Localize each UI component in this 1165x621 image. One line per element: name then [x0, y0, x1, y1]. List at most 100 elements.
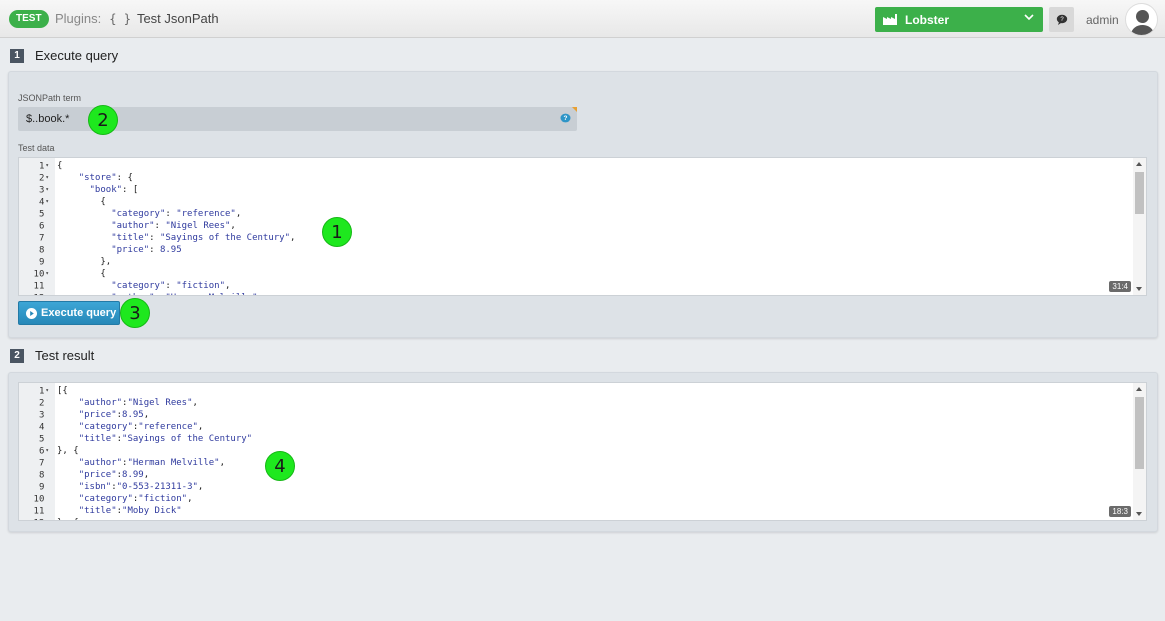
line-number: 9▾: [38, 257, 45, 268]
line-number: 6▾: [38, 446, 49, 457]
code-line: "category":"fiction",: [78, 494, 193, 504]
code-line: "title":"Sayings of the Century": [78, 434, 253, 444]
code-line: "price":8.95,: [78, 410, 150, 420]
line-number: 8▾: [38, 470, 45, 481]
line-number: 7▾: [38, 233, 45, 244]
scroll-up-icon[interactable]: [1136, 387, 1142, 391]
tenant-select[interactable]: Lobster: [875, 7, 1043, 32]
fold-toggle-icon[interactable]: ▾: [45, 198, 49, 205]
code-line: }, {: [57, 446, 79, 456]
scroll-thumb[interactable]: [1135, 172, 1144, 214]
code-line: "category": "reference",: [111, 209, 242, 219]
chat-button[interactable]: ?: [1049, 7, 1074, 32]
avatar[interactable]: [1125, 3, 1158, 36]
line-number: 4▾: [38, 197, 49, 208]
jsonpath-label: JSONPath term: [18, 93, 82, 103]
line-number: 5▾: [38, 434, 45, 445]
annotation-marker-3: 3: [120, 298, 150, 328]
cursor-position-badge: 31:4: [1109, 281, 1131, 292]
code-line: {: [57, 161, 63, 171]
scroll-up-icon[interactable]: [1136, 162, 1142, 166]
fold-toggle-icon[interactable]: ▾: [45, 162, 49, 169]
username[interactable]: admin: [1086, 13, 1119, 27]
tenant-name: Lobster: [905, 12, 950, 27]
code-line: "price":8.99,: [78, 470, 150, 480]
section-test-result-header: 2 Test result: [10, 348, 94, 363]
code-line: "author":"Herman Melville",: [78, 458, 226, 468]
test-data-label: Test data: [18, 143, 55, 153]
environment-badge: TEST: [9, 10, 49, 28]
annotation-marker-4: 4: [265, 451, 295, 481]
code-line: "author": "Nigel Rees",: [111, 221, 236, 231]
line-gutter: 1▾2▾3▾4▾5▾6▾7▾8▾9▾10▾11▾12▾: [19, 158, 55, 295]
line-number: 11▾: [33, 506, 45, 517]
top-bar: TEST Plugins: { } Test JsonPath Lobster …: [0, 0, 1165, 38]
chat-icon: ?: [1056, 14, 1067, 25]
line-number: 12▾: [19, 292, 55, 296]
code-line: "author": "Herman Melville",: [57, 292, 263, 295]
help-chat-icon[interactable]: ?: [560, 113, 571, 124]
fold-toggle-icon[interactable]: ▾: [45, 174, 49, 181]
code-line: {: [57, 269, 106, 279]
line-number: 3▾: [38, 185, 49, 196]
jsonpath-value: $..book.*: [26, 113, 70, 125]
line-number: 7▾: [38, 458, 45, 469]
line-number: 6▾: [38, 221, 45, 232]
annotation-marker-1: 1: [322, 217, 352, 247]
code-line: [{: [57, 386, 68, 396]
page-title: Test JsonPath: [136, 11, 219, 26]
section-title: Test result: [35, 348, 95, 363]
line-number: 4▾: [38, 422, 45, 433]
execute-query-label: Execute query: [41, 307, 117, 319]
plugins-label[interactable]: Plugins:: [55, 11, 101, 26]
line-number: 1▾: [38, 161, 49, 172]
svg-text:?: ?: [564, 115, 568, 122]
fold-toggle-icon[interactable]: ▾: [45, 270, 49, 277]
execute-query-button[interactable]: Execute query: [18, 301, 120, 325]
cursor-position-badge: 18:3: [1109, 506, 1131, 517]
code-line: {: [57, 197, 106, 207]
section-execute-query-header: 1 Execute query: [10, 48, 118, 63]
section-title: Execute query: [35, 48, 119, 63]
line-number: 5▾: [38, 209, 45, 220]
code-line: "price": 8.95: [111, 245, 182, 255]
breadcrumb: Plugins: { } Test JsonPath: [55, 11, 219, 26]
vertical-scrollbar[interactable]: [1133, 158, 1146, 295]
scroll-down-icon[interactable]: [1136, 287, 1142, 291]
line-number: 3▾: [38, 410, 45, 421]
chevron-down-icon: [1024, 14, 1034, 21]
line-number: 10▾: [33, 269, 49, 280]
line-number: 10▾: [33, 494, 45, 505]
fold-toggle-icon[interactable]: ▾: [45, 387, 49, 394]
scroll-down-icon[interactable]: [1136, 512, 1142, 516]
test-result-editor[interactable]: 1▾2▾3▾4▾5▾6▾7▾8▾9▾10▾11▾12▾ [{ "author":…: [18, 382, 1147, 521]
scroll-thumb[interactable]: [1135, 397, 1144, 469]
vertical-scrollbar[interactable]: [1133, 383, 1146, 520]
code-line: },: [57, 257, 112, 267]
line-number: 12▾: [19, 517, 55, 521]
code-line: "author":"Nigel Rees",: [78, 398, 198, 408]
user-avatar-icon: [1130, 10, 1155, 35]
line-number: 2▾: [38, 173, 49, 184]
code-line: "book": [: [89, 185, 139, 195]
line-number: 8▾: [38, 245, 45, 256]
code-line: "title": "Sayings of the Century",: [111, 233, 296, 243]
braces-icon: { }: [109, 11, 131, 26]
line-gutter: 1▾2▾3▾4▾5▾6▾7▾8▾9▾10▾11▾12▾: [19, 383, 55, 520]
line-number: 11▾: [33, 281, 45, 292]
fold-toggle-icon[interactable]: ▾: [45, 447, 49, 454]
play-circle-icon: [26, 307, 37, 319]
line-number: 9▾: [38, 482, 45, 493]
required-corner-marker: [572, 107, 577, 112]
fold-toggle-icon[interactable]: ▾: [45, 519, 49, 520]
line-number: 1▾: [38, 386, 49, 397]
code-line: "isbn":"0-553-21311-3",: [78, 482, 204, 492]
annotation-marker-2: 2: [88, 105, 118, 135]
code-line: "store": {: [78, 173, 133, 183]
fold-toggle-icon[interactable]: ▾: [45, 186, 49, 193]
code-line: }, {: [57, 517, 79, 520]
code-line: "title":"Moby Dick": [78, 506, 182, 516]
code-line: "category":"reference",: [78, 422, 204, 432]
test-data-editor[interactable]: 1▾2▾3▾4▾5▾6▾7▾8▾9▾10▾11▾12▾ { "store": {…: [18, 157, 1147, 296]
section-number: 2: [10, 348, 24, 363]
